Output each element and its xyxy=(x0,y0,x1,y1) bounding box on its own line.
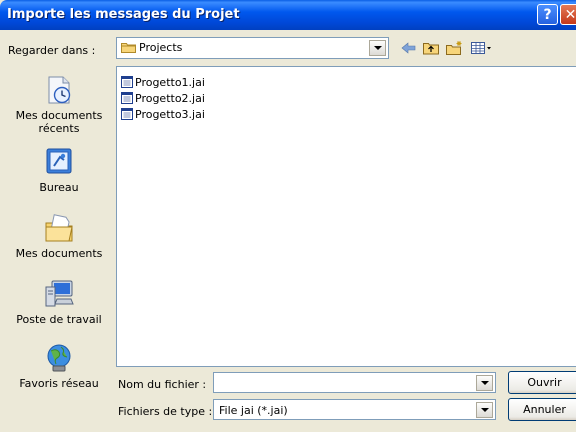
desktop-icon xyxy=(46,148,72,174)
view-menu-icon[interactable] xyxy=(470,40,494,56)
window-title: Importe les messages du Projet xyxy=(7,7,240,22)
cancel-button[interactable]: Annuler xyxy=(508,398,576,421)
file-name: Progetto3.jai xyxy=(135,108,205,121)
place-label: Favoris réseau xyxy=(19,377,99,390)
place-desktop[interactable]: Bureau xyxy=(8,146,110,194)
filename-label: Nom du fichier : xyxy=(118,378,207,391)
open-button[interactable]: Ouvrir xyxy=(508,371,576,394)
title-bar[interactable]: Importe les messages du Projet ? ✕ xyxy=(0,0,576,30)
help-icon: ? xyxy=(543,7,552,23)
lookin-value: Projects xyxy=(139,41,183,54)
lookin-combo[interactable]: Projects xyxy=(116,37,389,59)
place-label: Poste de travail xyxy=(16,313,102,326)
file-name: Progetto2.jai xyxy=(135,92,205,105)
file-icon xyxy=(121,92,133,104)
close-icon: ✕ xyxy=(564,7,576,23)
place-my-documents[interactable]: Mes documents xyxy=(8,212,110,260)
back-arrow-icon[interactable] xyxy=(400,40,418,56)
place-label: Mes documents récents xyxy=(15,109,103,135)
place-label: Mes documents xyxy=(15,247,103,260)
my-computer-icon xyxy=(45,280,74,307)
places-bar: Mes documents récents Bureau Mes documen… xyxy=(8,66,110,401)
place-network-places[interactable]: Favoris réseau xyxy=(8,342,110,390)
place-my-computer[interactable]: Poste de travail xyxy=(8,278,110,326)
up-folder-icon[interactable] xyxy=(422,40,440,56)
filename-dropdown-button[interactable] xyxy=(476,375,493,391)
network-places-icon xyxy=(47,344,71,372)
place-recent-documents[interactable]: Mes documents récents xyxy=(8,74,110,135)
new-folder-icon[interactable] xyxy=(445,40,463,56)
folder-icon xyxy=(121,43,136,53)
close-button[interactable]: ✕ xyxy=(560,4,576,25)
my-documents-icon xyxy=(45,214,73,242)
file-icon xyxy=(121,76,133,88)
lookin-dropdown-button[interactable] xyxy=(369,40,386,56)
file-icon xyxy=(121,108,133,120)
place-label: Bureau xyxy=(39,181,79,194)
file-name: Progetto1.jai xyxy=(135,76,205,89)
help-button[interactable]: ? xyxy=(537,4,558,25)
recent-documents-icon xyxy=(48,76,71,104)
filename-input[interactable] xyxy=(213,372,496,393)
file-list[interactable]: Progetto1.jai Progetto2.jai Progetto3.ja… xyxy=(116,66,576,367)
filetype-label: Fichiers de type : xyxy=(118,405,213,418)
lookin-label: Regarder dans : xyxy=(8,44,96,57)
filetype-select[interactable]: File jai (*.jai) xyxy=(213,399,496,420)
filetype-value: File jai (*.jai) xyxy=(219,404,288,417)
filetype-dropdown-button[interactable] xyxy=(476,402,493,418)
